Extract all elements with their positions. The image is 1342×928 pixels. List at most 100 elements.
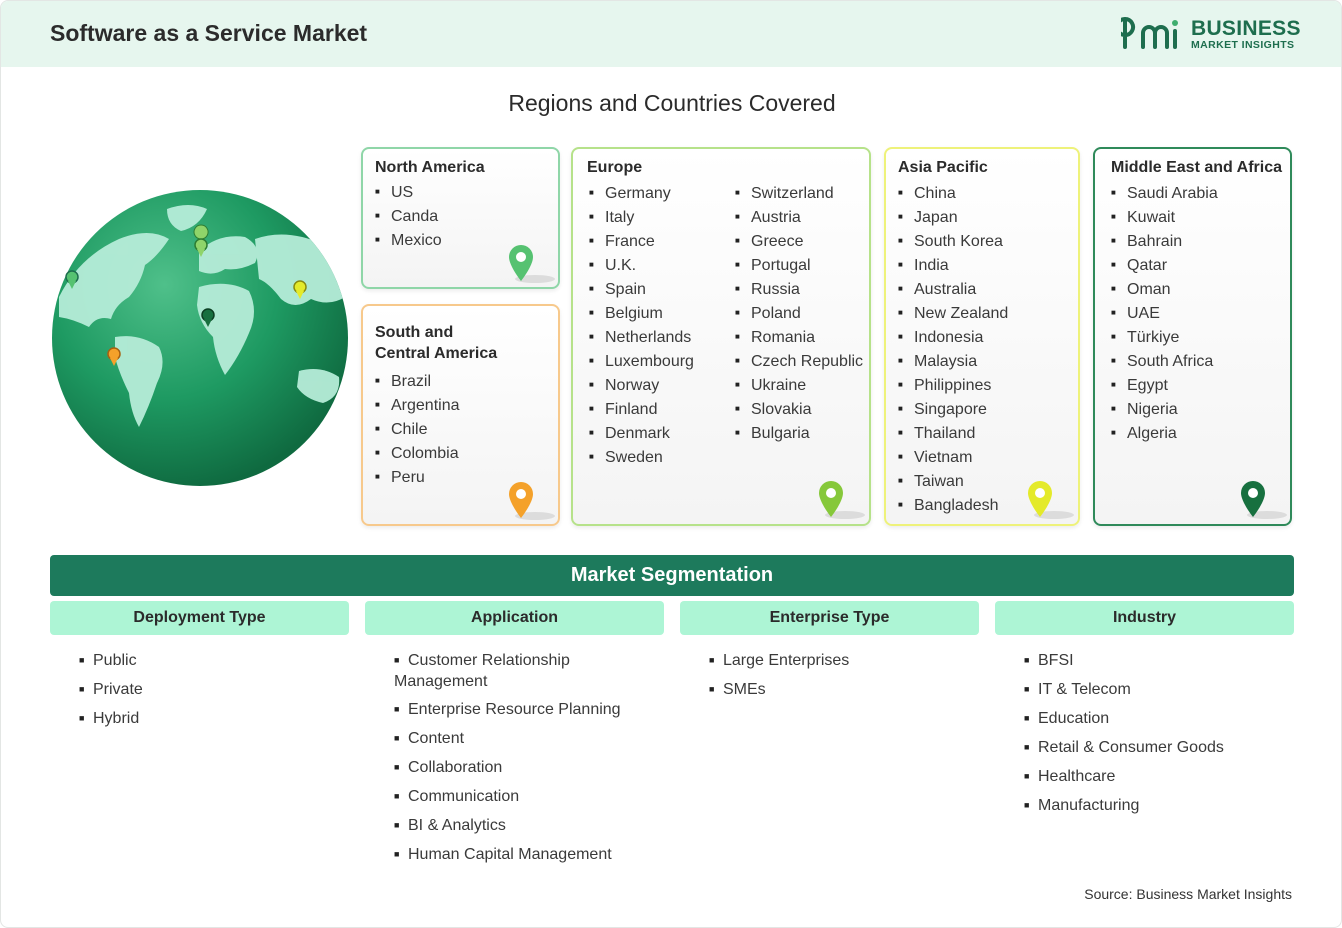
list-item: Bulgaria <box>735 423 863 447</box>
south-america-title: South and Central America <box>375 322 497 364</box>
list-item: Finland <box>589 399 694 423</box>
list-item: Retail & Consumer Goods <box>1024 738 1294 759</box>
segment-header-deployment: Deployment Type <box>50 601 349 635</box>
map-pin-icon <box>1028 481 1074 519</box>
list-item: Mexico <box>375 230 442 254</box>
industry-list: BFSI IT & Telecom Education Retail & Con… <box>1024 651 1294 825</box>
list-item: Communication <box>394 787 644 808</box>
deployment-list: Public Private Hybrid <box>79 651 349 738</box>
list-item: Philippines <box>898 375 1008 399</box>
list-item: Algeria <box>1111 423 1218 447</box>
list-item: Qatar <box>1111 255 1218 279</box>
list-item: Austria <box>735 207 863 231</box>
south-america-list: Brazil Argentina Chile Colombia Peru <box>375 371 460 491</box>
list-item: Human Capital Management <box>394 845 644 866</box>
header-bar: Software as a Service Market BUSINESS MA… <box>1 1 1341 67</box>
brand-logo: BUSINESS MARKET INSIGHTS <box>1121 15 1301 55</box>
list-item: Poland <box>735 303 863 327</box>
list-item: Indonesia <box>898 327 1008 351</box>
list-item: Norway <box>589 375 694 399</box>
europe-title: Europe <box>587 159 643 176</box>
asia-pacific-title: Asia Pacific <box>898 159 988 176</box>
mea-card: Middle East and Africa Saudi Arabia Kuwa… <box>1093 147 1292 526</box>
list-item: Hybrid <box>79 709 349 730</box>
segmentation-title: Market Segmentation <box>50 555 1294 596</box>
list-item: Japan <box>898 207 1008 231</box>
list-item: Customer Relationship Management <box>394 651 644 692</box>
list-item: Public <box>79 651 349 672</box>
segment-header-industry: Industry <box>995 601 1294 635</box>
list-item: Nigeria <box>1111 399 1218 423</box>
list-item: New Zealand <box>898 303 1008 327</box>
list-item: Manufacturing <box>1024 796 1294 817</box>
list-item: Belgium <box>589 303 694 327</box>
list-item: Peru <box>375 467 460 491</box>
list-item: Healthcare <box>1024 767 1294 788</box>
list-item: Brazil <box>375 371 460 395</box>
list-item: Egypt <box>1111 375 1218 399</box>
application-list: Customer Relationship Management Enterpr… <box>394 651 644 874</box>
list-item: France <box>589 231 694 255</box>
list-item: Colombia <box>375 443 460 467</box>
list-item: Russia <box>735 279 863 303</box>
north-america-title: North America <box>375 159 485 176</box>
list-item: Ukraine <box>735 375 863 399</box>
list-item: Malaysia <box>898 351 1008 375</box>
list-item: Argentina <box>375 395 460 419</box>
south-america-title-line1: South and <box>375 324 454 341</box>
list-item: Türkiye <box>1111 327 1218 351</box>
list-item: Enterprise Resource Planning <box>394 700 644 721</box>
list-item: Taiwan <box>898 471 1008 495</box>
map-pin-icon <box>509 245 555 283</box>
list-item: U.K. <box>589 255 694 279</box>
list-item: Greece <box>735 231 863 255</box>
list-item: Luxembourg <box>589 351 694 375</box>
list-item: Denmark <box>589 423 694 447</box>
asia-pacific-list: China Japan South Korea India Australia … <box>898 183 1008 519</box>
list-item: Private <box>79 680 349 701</box>
list-item: Oman <box>1111 279 1218 303</box>
mea-list: Saudi Arabia Kuwait Bahrain Qatar Oman U… <box>1111 183 1218 447</box>
list-item: Australia <box>898 279 1008 303</box>
list-item: Czech Republic <box>735 351 863 375</box>
list-item: Singapore <box>898 399 1008 423</box>
list-item: UAE <box>1111 303 1218 327</box>
enterprise-list: Large Enterprises SMEs <box>709 651 979 709</box>
list-item: BI & Analytics <box>394 816 644 837</box>
logo-text-market-insights: MARKET INSIGHTS <box>1191 39 1295 51</box>
asia-pacific-card: Asia Pacific China Japan South Korea Ind… <box>884 147 1080 526</box>
north-america-card: North America US Canda Mexico <box>361 147 560 289</box>
list-item: Bangladesh <box>898 495 1008 519</box>
list-item: China <box>898 183 1008 207</box>
list-item: Sweden <box>589 447 694 471</box>
list-item: Saudi Arabia <box>1111 183 1218 207</box>
south-america-card: South and Central America Brazil Argenti… <box>361 304 560 526</box>
segment-header-application: Application <box>365 601 664 635</box>
list-item: Romania <box>735 327 863 351</box>
regions-title: Regions and Countries Covered <box>508 90 836 116</box>
map-pin-icon <box>509 482 555 520</box>
infographic-frame: Software as a Service Market BUSINESS MA… <box>0 0 1342 928</box>
map-pin-icon <box>819 481 865 519</box>
globe-icon <box>52 190 348 486</box>
list-item: Slovakia <box>735 399 863 423</box>
list-item: Collaboration <box>394 758 644 779</box>
mea-title: Middle East and Africa <box>1111 159 1282 176</box>
list-item: India <box>898 255 1008 279</box>
list-item: South Korea <box>898 231 1008 255</box>
europe-list-col1: Germany Italy France U.K. Spain Belgium … <box>589 183 694 471</box>
bmi-logo-icon <box>1121 17 1178 49</box>
europe-list-col2: Switzerland Austria Greece Portugal Russ… <box>735 183 863 447</box>
list-item: Content <box>394 729 644 750</box>
list-item: Kuwait <box>1111 207 1218 231</box>
segment-header-enterprise: Enterprise Type <box>680 601 979 635</box>
source-note: Source: Business Market Insights <box>1084 886 1292 902</box>
list-item: Italy <box>589 207 694 231</box>
south-america-title-line2: Central America <box>375 345 498 362</box>
list-item: Spain <box>589 279 694 303</box>
list-item: Germany <box>589 183 694 207</box>
list-item: Large Enterprises <box>709 651 979 672</box>
list-item: Vietnam <box>898 447 1008 471</box>
logo-text-business: BUSINESS <box>1191 17 1301 40</box>
list-item: Canda <box>375 206 442 230</box>
